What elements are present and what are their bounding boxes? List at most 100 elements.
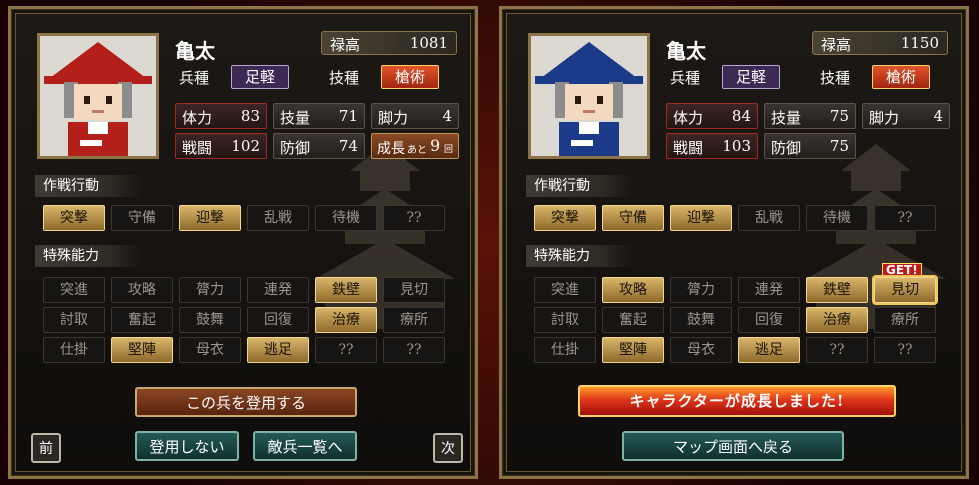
tactic-option[interactable]: 乱戦: [738, 205, 800, 231]
unit-type-label: 兵種: [179, 69, 210, 87]
ability-option: 治療: [315, 307, 377, 333]
unit-type-label: 兵種: [670, 69, 701, 87]
ability-option: 鼓舞: [179, 307, 241, 333]
ability-option: 回復: [247, 307, 309, 333]
stat-hp-value: 83: [240, 107, 260, 125]
ability-option: 療所: [383, 307, 445, 333]
ability-option: 奮起: [602, 307, 664, 333]
growth-banner: キャラクターが成長しました!: [578, 385, 896, 417]
stat-leg: 脚力 4: [371, 103, 459, 129]
stat-hp: 体力 83: [175, 103, 267, 129]
growth-remaining: 成長 あと 9 回: [371, 133, 459, 159]
skill-type-label: 技種: [329, 69, 360, 87]
no-recruit-button[interactable]: 登用しない: [135, 431, 239, 461]
unit-type-badge: 足軽: [231, 65, 289, 89]
tactic-option[interactable]: ??: [874, 205, 936, 231]
stipend-value: 1150: [900, 34, 939, 52]
ability-option: 仕掛: [43, 337, 105, 363]
skill-type-badge: 槍術: [381, 65, 439, 89]
character-portrait: [37, 33, 159, 159]
ability-option: 逃足: [247, 337, 309, 363]
stat-attack: 戦闘 103: [666, 133, 758, 159]
stat-tech-value: 71: [338, 107, 358, 125]
ability-option: 突進: [43, 277, 105, 303]
stat-defense: 防御 75: [764, 133, 856, 159]
growth-label: 成長: [377, 141, 405, 157]
tactic-option[interactable]: 迎撃: [670, 205, 732, 231]
unit-type-badge: 足軽: [722, 65, 780, 89]
ability-option: 母衣: [670, 337, 732, 363]
stat-attack-label: 戦闘: [182, 139, 213, 157]
prev-button[interactable]: 前: [31, 433, 61, 463]
skill-type-label: 技種: [820, 69, 851, 87]
stat-defense-label: 防御: [771, 139, 802, 157]
ability-option: 鼓舞: [670, 307, 732, 333]
stipend-value: 1081: [409, 34, 448, 52]
tactic-option[interactable]: 突撃: [534, 205, 596, 231]
ability-option: 鉄壁: [806, 277, 868, 303]
stipend-label: 禄高: [821, 36, 852, 54]
character-panel-after: 亀太 禄高 1150 兵種 足軽 技種 槍術 体力 84 技量 75 脚力 4 …: [499, 6, 969, 479]
stat-tech: 技量 75: [764, 103, 856, 129]
tactic-option[interactable]: 乱戦: [247, 205, 309, 231]
tactic-option[interactable]: 待機: [806, 205, 868, 231]
ability-option: 討取: [43, 307, 105, 333]
tactic-option[interactable]: ??: [383, 205, 445, 231]
ability-option: 突進: [534, 277, 596, 303]
tactic-option[interactable]: 待機: [315, 205, 377, 231]
return-to-map-button[interactable]: マップ画面へ戻る: [622, 431, 844, 461]
ability-option: 逃足: [738, 337, 800, 363]
stat-attack-value: 102: [231, 137, 260, 155]
next-button[interactable]: 次: [433, 433, 463, 463]
ability-option: 堅陣: [602, 337, 664, 363]
ability-option: 連発: [738, 277, 800, 303]
abilities-header: 特殊能力: [526, 245, 634, 267]
ability-option: 治療: [806, 307, 868, 333]
ability-option: 見切: [874, 277, 936, 303]
character-name: 亀太: [175, 39, 215, 63]
stat-defense-label: 防御: [280, 139, 311, 157]
ability-option: ??: [874, 337, 936, 363]
ability-option: 回復: [738, 307, 800, 333]
ability-option: 攻略: [602, 277, 664, 303]
tactic-option[interactable]: 守備: [111, 205, 173, 231]
growth-suffix: 回: [444, 145, 454, 155]
enemy-list-button[interactable]: 敵兵一覧へ: [253, 431, 357, 461]
ability-option: 療所: [874, 307, 936, 333]
ability-option: 討取: [534, 307, 596, 333]
ability-option: 攻略: [111, 277, 173, 303]
stat-attack-label: 戦闘: [673, 139, 704, 157]
stat-tech-value: 75: [829, 107, 849, 125]
stipend-box: 禄高 1150: [812, 31, 948, 55]
ability-option: 膂力: [670, 277, 732, 303]
character-panel-before: 亀太 禄高 1081 兵種 足軽 技種 槍術 体力 83 技量 71 脚力 4 …: [8, 6, 478, 479]
tactic-option[interactable]: 突撃: [43, 205, 105, 231]
ability-option: 連発: [247, 277, 309, 303]
stat-hp: 体力 84: [666, 103, 758, 129]
stat-attack: 戦闘 102: [175, 133, 267, 159]
abilities-header: 特殊能力: [35, 245, 143, 267]
ability-option: 堅陣: [111, 337, 173, 363]
ability-option: 母衣: [179, 337, 241, 363]
character-name: 亀太: [666, 39, 706, 63]
tactic-option[interactable]: 守備: [602, 205, 664, 231]
stat-hp-label: 体力: [182, 109, 213, 127]
growth-count: 9: [430, 136, 441, 155]
ability-option: 鉄壁: [315, 277, 377, 303]
ability-option: 仕掛: [534, 337, 596, 363]
stat-defense-value: 74: [338, 137, 358, 155]
growth-prefix: あと: [407, 145, 427, 156]
recruit-button[interactable]: この兵を登用する: [135, 387, 357, 417]
stat-hp-value: 84: [731, 107, 751, 125]
stat-tech-label: 技量: [771, 109, 802, 127]
tactics-header: 作戦行動: [526, 175, 634, 197]
stat-defense: 防御 74: [273, 133, 365, 159]
get-badge: GET!: [882, 263, 922, 278]
stat-tech-label: 技量: [280, 109, 311, 127]
stat-leg: 脚力 4: [862, 103, 950, 129]
ability-option: ??: [806, 337, 868, 363]
ability-option: 奮起: [111, 307, 173, 333]
tactic-option[interactable]: 迎撃: [179, 205, 241, 231]
stat-defense-value: 75: [829, 137, 849, 155]
stat-leg-label: 脚力: [378, 109, 409, 127]
